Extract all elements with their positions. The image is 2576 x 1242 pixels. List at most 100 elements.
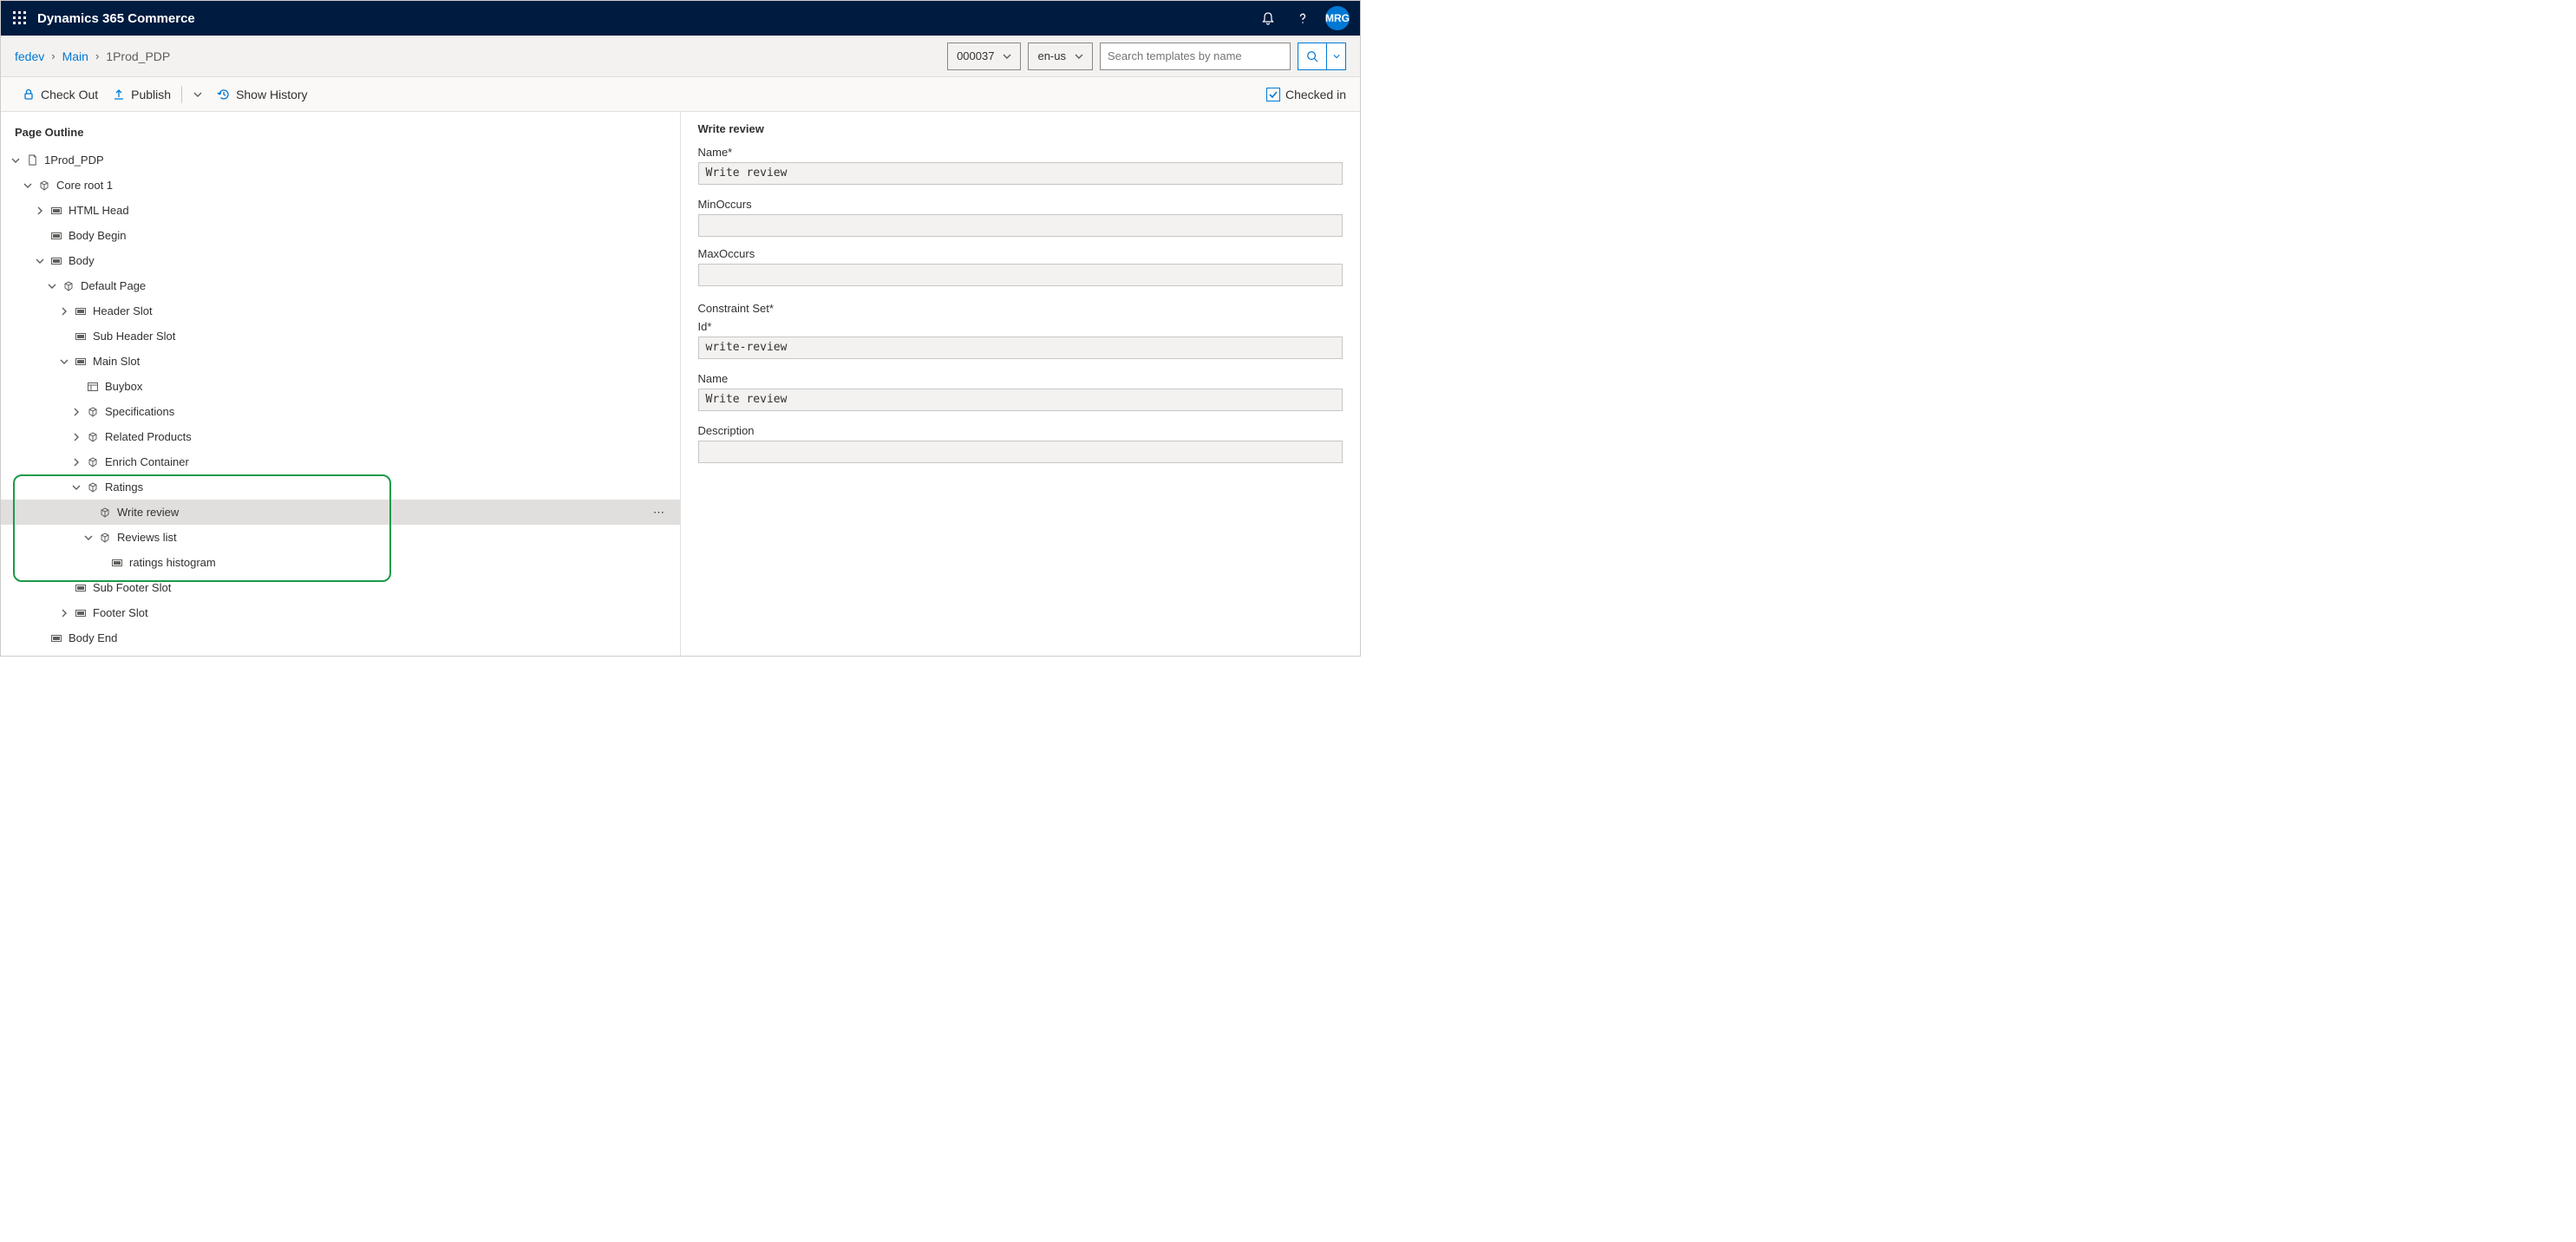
tree-node-subfooter[interactable]: Sub Footer Slot — [1, 575, 680, 600]
expand-toggle[interactable] — [23, 181, 37, 190]
command-bar: Check Out Publish Show History Checked i… — [1, 77, 1360, 112]
tree-label: Specifications — [105, 405, 174, 418]
lock-icon — [22, 88, 36, 101]
slot-icon — [74, 358, 88, 365]
expand-toggle[interactable] — [36, 257, 49, 265]
tree-node-bodybegin[interactable]: Body Begin — [1, 223, 680, 248]
tree-label: Footer Slot — [93, 606, 148, 619]
tree-node-headerslot[interactable]: Header Slot — [1, 298, 680, 324]
history-icon — [217, 88, 231, 101]
expand-toggle[interactable] — [11, 156, 25, 165]
slot-icon — [74, 333, 88, 340]
tree-label: Enrich Container — [105, 455, 189, 468]
tree-node-histogram[interactable]: ratings histogram — [1, 550, 680, 575]
breadcrumb-sep: › — [51, 49, 55, 62]
module-icon — [86, 482, 100, 493]
slot-icon — [110, 559, 124, 566]
tree-node-reviewslist[interactable]: Reviews list — [1, 525, 680, 550]
slot-icon — [49, 232, 63, 239]
publish-button[interactable]: Publish — [105, 81, 178, 108]
breadcrumb-item[interactable]: fedev — [15, 49, 44, 63]
tree-node-enrich[interactable]: Enrich Container — [1, 449, 680, 474]
tree-node-bodyend[interactable]: Body End — [1, 625, 680, 650]
site-selector[interactable]: 000037 — [947, 42, 1021, 70]
module-icon — [98, 507, 112, 518]
minoccurs-field[interactable] — [698, 214, 1344, 237]
expand-toggle[interactable] — [72, 483, 86, 492]
expand-toggle[interactable] — [48, 282, 62, 291]
app-launcher-icon[interactable] — [6, 4, 34, 32]
expand-toggle[interactable] — [60, 609, 74, 618]
tree-node-related[interactable]: Related Products — [1, 424, 680, 449]
description-field[interactable] — [698, 441, 1344, 463]
expand-toggle[interactable] — [72, 433, 86, 441]
name-field[interactable] — [698, 162, 1344, 185]
avatar[interactable]: MRG — [1325, 6, 1350, 30]
container-icon — [86, 382, 100, 391]
help-icon[interactable] — [1285, 1, 1320, 36]
breadcrumb-sep: › — [95, 49, 99, 62]
slot-icon — [49, 207, 63, 214]
maxoccurs-field[interactable] — [698, 264, 1344, 286]
search-split-button[interactable] — [1327, 42, 1346, 70]
section-constraint: Constraint Set* — [698, 302, 1344, 315]
properties-panel: Write review Name* MinOccurs MaxOccurs C… — [681, 112, 1361, 656]
expand-toggle[interactable] — [84, 533, 98, 542]
upload-icon — [112, 88, 126, 101]
tree-label: Reviews list — [117, 531, 177, 544]
constraint-name-field[interactable] — [698, 389, 1344, 411]
tree-node-defaultpage[interactable]: Default Page — [1, 273, 680, 298]
tree-label: Body — [69, 254, 95, 267]
expand-toggle[interactable] — [72, 408, 86, 416]
chevron-down-icon — [1003, 52, 1011, 61]
chevron-down-icon — [1075, 52, 1083, 61]
slot-icon — [49, 635, 63, 642]
outline-panel: Page Outline 1Prod_PDP Core root 1 HTML … — [1, 112, 681, 656]
tree-label: Write review — [117, 506, 179, 519]
publish-label: Publish — [131, 88, 171, 101]
expand-toggle[interactable] — [72, 458, 86, 467]
outline-title: Page Outline — [1, 122, 680, 147]
module-icon — [86, 407, 100, 417]
checkbox-icon — [1266, 88, 1280, 101]
expand-toggle[interactable] — [60, 307, 74, 316]
tree-label: Default Page — [81, 279, 146, 292]
tree-label: Sub Header Slot — [93, 330, 175, 343]
notifications-icon[interactable] — [1251, 1, 1285, 36]
checkout-label: Check Out — [41, 88, 98, 101]
slot-icon — [49, 258, 63, 265]
field-label-minoccurs: MinOccurs — [698, 198, 1344, 211]
tree-node-mainslot[interactable]: Main Slot — [1, 349, 680, 374]
tree-label: Core root 1 — [56, 179, 113, 192]
panel-title: Write review — [698, 122, 1344, 135]
breadcrumb-current: 1Prod_PDP — [106, 49, 170, 63]
tree-node-body[interactable]: Body — [1, 248, 680, 273]
tree-node-core[interactable]: Core root 1 — [1, 173, 680, 198]
tree-node-headslot[interactable]: HTML Head — [1, 198, 680, 223]
field-label-name: Name* — [698, 146, 1344, 159]
more-options-button[interactable]: ⋯ — [649, 502, 670, 523]
tree-node-buybox[interactable]: Buybox — [1, 374, 680, 399]
module-icon — [98, 533, 112, 543]
tree-node-specs[interactable]: Specifications — [1, 399, 680, 424]
tree-node-footerslot[interactable]: Footer Slot — [1, 600, 680, 625]
checkout-button[interactable]: Check Out — [15, 81, 105, 108]
tree-node-subheaderslot[interactable]: Sub Header Slot — [1, 324, 680, 349]
tree-node-ratings[interactable]: Ratings — [1, 474, 680, 500]
breadcrumb-item[interactable]: Main — [62, 49, 88, 63]
field-label-description: Description — [698, 424, 1344, 437]
tree-node-writereview[interactable]: Write review ⋯ — [1, 500, 680, 525]
locale-selector-value: en-us — [1037, 49, 1066, 62]
history-label: Show History — [236, 88, 307, 101]
tree-label: Body End — [69, 631, 117, 644]
publish-menu-chevron[interactable] — [186, 90, 210, 99]
locale-selector[interactable]: en-us — [1028, 42, 1093, 70]
show-history-button[interactable]: Show History — [210, 81, 314, 108]
id-field[interactable] — [698, 337, 1344, 359]
tree-label: Ratings — [105, 480, 143, 494]
template-search-input[interactable] — [1100, 42, 1291, 70]
tree-node-root[interactable]: 1Prod_PDP — [1, 147, 680, 173]
expand-toggle[interactable] — [60, 357, 74, 366]
search-button[interactable] — [1298, 42, 1327, 70]
expand-toggle[interactable] — [36, 206, 49, 215]
